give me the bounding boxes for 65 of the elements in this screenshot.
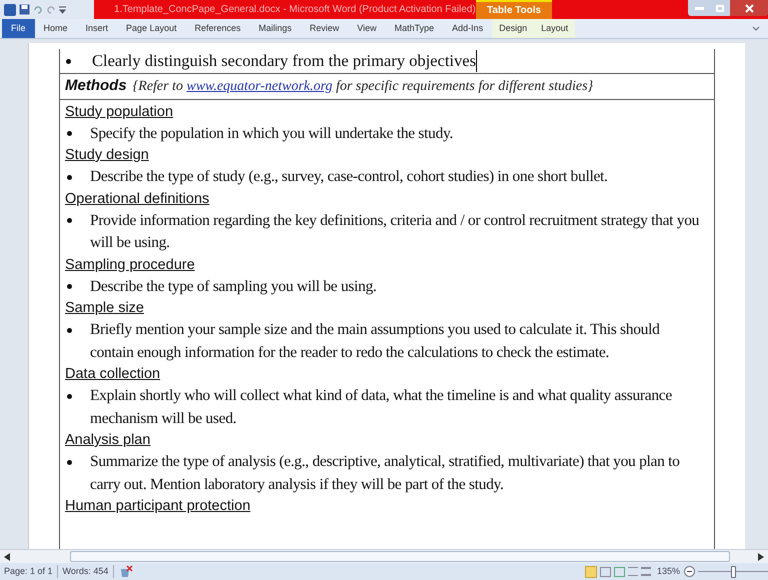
ribbon-tab[interactable]: Review — [300, 19, 348, 38]
section-heading: Sampling procedure — [65, 256, 196, 274]
word-count[interactable]: Words: 454 — [58, 564, 114, 578]
draft-view-icon[interactable] — [640, 567, 651, 576]
section-heading: Data collection — [65, 365, 162, 384]
bullet-icon — [67, 131, 72, 136]
web-layout-icon[interactable] — [614, 566, 625, 576]
ribbon-tab[interactable]: Insert — [76, 19, 118, 38]
bullet-icon — [67, 284, 72, 289]
expand-ribbon-icon[interactable] — [752, 24, 760, 32]
minimize-button[interactable] — [688, 0, 710, 16]
ribbon-tab[interactable]: File — [2, 19, 35, 38]
save-icon[interactable] — [19, 4, 30, 15]
section-heading: Sample size — [65, 299, 145, 318]
ribbon-tab[interactable]: Home — [34, 19, 77, 38]
undo-icon[interactable] — [33, 4, 43, 14]
word-app-icon — [4, 4, 16, 16]
ribbon-tab[interactable]: References — [186, 19, 250, 38]
restore-button[interactable] — [710, 0, 730, 16]
equator-link[interactable]: www.equator-network.org — [186, 79, 332, 94]
bullet-text: Describe the type of study (e.g., survey, case-control, cohort studies) in one short bullet. — [90, 167, 608, 187]
bullet-text: Specify the population in which you will undertake the study. — [90, 124, 453, 144]
section-heading: Operational definitions — [65, 190, 210, 208]
methods-note: {Refer to www.equator-network.org for specific requirements for different studies} — [132, 78, 594, 96]
section-heading: Study population — [65, 102, 174, 122]
zoom-out-button[interactable] — [684, 566, 695, 577]
section-heading: Study design — [65, 146, 150, 165]
bullet-text: Explain shortly who will collect what kind of data, what the timeline is and what quality assurance mechanism will be used. — [90, 386, 673, 428]
outline-view-icon[interactable] — [628, 567, 638, 576]
ribbon-tab[interactable]: Add-Ins — [443, 19, 492, 38]
section-title: Methods — [65, 76, 127, 96]
bullet-icon — [67, 328, 72, 332]
section-heading: Analysis plan — [65, 431, 152, 450]
bullet-text: Describe the type of sampling you will be using. — [90, 276, 377, 296]
bullet-text: Summarize the type of analysis (e.g., descriptive, analytical, stratified, multivariate) that you plan to carry out. Mention laboratory analysis if they will be part of the study. — [90, 452, 681, 494]
bullet-text: Briefly mention your sample size and the main assumptions you used to calculate it. This should contain enough information for the reader to redo the calculations to check the estimate. — [90, 320, 661, 362]
zoom-slider[interactable] — [698, 566, 768, 578]
scroll-thumb[interactable] — [70, 551, 730, 562]
bullet-icon — [67, 394, 72, 398]
bullet-icon — [67, 218, 72, 223]
ribbon-tab[interactable]: Layout — [534, 19, 576, 38]
scroll-left-icon[interactable] — [4, 552, 10, 560]
zoom-level[interactable]: 135% — [656, 564, 680, 578]
bullet-icon — [67, 460, 72, 464]
bullet-icon — [66, 58, 71, 64]
window-title: 1.Template_ConcPape_General.docx - Microsoft Word (Product Activation Failed) — [114, 3, 476, 17]
close-icon — [744, 4, 754, 12]
print-layout-icon[interactable] — [584, 566, 597, 578]
horizontal-scrollbar[interactable] — [0, 549, 768, 563]
ribbon-tab[interactable]: Page Layout — [117, 19, 186, 38]
section-heading: Human participant protection — [65, 497, 252, 516]
bullet-text: Provide information regarding the key definitions, criteria and / or control recruitment strategy that you will be using. — [90, 210, 700, 253]
close-button[interactable] — [730, 0, 768, 16]
page-count[interactable]: Page: 1 of 1 — [0, 564, 58, 578]
reading-view-icon[interactable] — [600, 566, 611, 576]
zoom-slider-thumb[interactable] — [730, 566, 736, 578]
ribbon-tab[interactable]: View — [348, 19, 386, 38]
scroll-right-icon[interactable] — [758, 552, 764, 560]
ribbon-tab[interactable]: Mailings — [250, 19, 301, 38]
proofing-icon[interactable] — [119, 565, 134, 578]
customize-toolbar-icon[interactable] — [59, 6, 66, 14]
ribbon-tab[interactable]: Design — [492, 19, 534, 38]
bullet-text: Clearly distinguish secondary from the primary objectives — [92, 50, 477, 72]
ribbon-tab[interactable]: MathType — [386, 19, 444, 38]
bullet-icon — [67, 174, 72, 180]
